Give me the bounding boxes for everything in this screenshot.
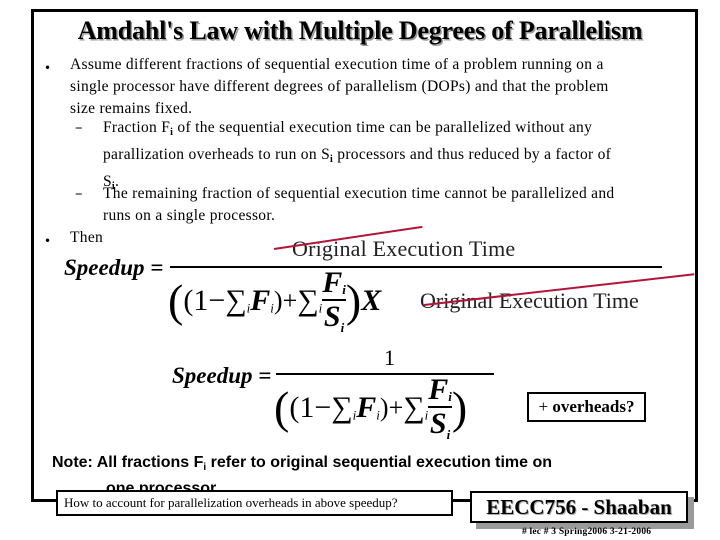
footer-question-box: How to account for parallelization overh…: [56, 490, 453, 516]
slide-title: Amdahl's Law with Multiple Degrees of Pa…: [77, 16, 643, 45]
formula2-lhs: Speedup =: [172, 363, 272, 388]
text: Note: All fractions F: [52, 454, 204, 471]
S-symbol: Si: [322, 299, 346, 335]
index: i: [446, 426, 451, 442]
F-symbol: Fi: [322, 268, 346, 298]
paren: ): [451, 381, 468, 433]
overheads-box: + overheads?: [527, 392, 646, 422]
index: i: [342, 282, 346, 297]
sub-bullet-remaining: The remaining fraction of sequential exe…: [103, 183, 614, 227]
formula1-denominator: ((1−∑iFi)+∑i Fi Si)X: [168, 268, 381, 334]
index: i: [340, 319, 345, 335]
one-minus: (1−: [289, 390, 332, 424]
X-symbol: X: [361, 283, 382, 317]
sigma-symbol: ∑: [225, 283, 247, 317]
bullet-icon: •: [44, 234, 52, 248]
text: parallization overheads to run on S: [103, 146, 331, 163]
note-line: Note: All fractions Fi refer to original…: [52, 452, 552, 478]
close-plus: )+: [273, 285, 298, 315]
dash-icon: –: [75, 184, 83, 202]
text: of the sequential execution time can be …: [173, 119, 593, 136]
S-symbol: Si: [428, 406, 452, 442]
F: F: [322, 266, 343, 299]
F-symbol: F: [356, 390, 377, 424]
sigma-symbol: ∑: [331, 390, 353, 424]
F-symbol: Fi: [428, 375, 452, 405]
sub-bullet-line: Fraction Fi of the sequential execution …: [103, 117, 611, 144]
F: F: [428, 373, 449, 406]
then-label: Then: [70, 229, 104, 246]
bullet-line: single processor have different degrees …: [70, 78, 609, 95]
sigma-symbol: ∑: [297, 283, 319, 317]
F-symbol: F: [250, 283, 271, 317]
dash-icon: –: [75, 118, 83, 136]
plus-sign: +: [538, 397, 553, 416]
sub-bullet-line: The remaining fraction of sequential exe…: [103, 185, 615, 202]
paren: (: [274, 381, 290, 433]
sub-bullet-line: runs on a single processor.: [103, 207, 276, 224]
lecture-info: # lec # 3 Spring2006 3-21-2006: [522, 527, 652, 537]
index: i: [448, 389, 452, 404]
bullet-text-assume: Assume different fractions of sequential…: [70, 54, 609, 120]
F-over-S: Fi Si: [322, 268, 346, 334]
bullet-line: Assume different fractions of sequential…: [70, 56, 604, 73]
S: S: [323, 299, 341, 333]
formula2-numerator: 1: [384, 345, 395, 370]
text: refer to original sequential execution t…: [206, 454, 553, 471]
paren: ): [345, 274, 362, 326]
formula2-denominator: ((1−∑iFi)+∑i Fi Si): [274, 375, 467, 441]
close-plus: )+: [379, 392, 404, 422]
formula1-lhs: Speedup =: [64, 255, 164, 280]
overheads-label: overheads?: [552, 397, 635, 416]
sigma-symbol: ∑: [403, 390, 425, 424]
text: processors and thus reduced by a factor …: [333, 146, 612, 163]
text: Fraction F: [103, 119, 171, 136]
course-brand-box: EECC756 - Shaaban: [470, 491, 688, 523]
F-over-S: Fi Si: [428, 375, 452, 441]
sub-bullet-line: parallization overheads to run on Si pro…: [103, 144, 611, 171]
bullet-icon: •: [44, 61, 52, 75]
S: S: [429, 406, 447, 440]
one-minus: (1−: [183, 283, 226, 317]
paren: (: [168, 274, 184, 326]
